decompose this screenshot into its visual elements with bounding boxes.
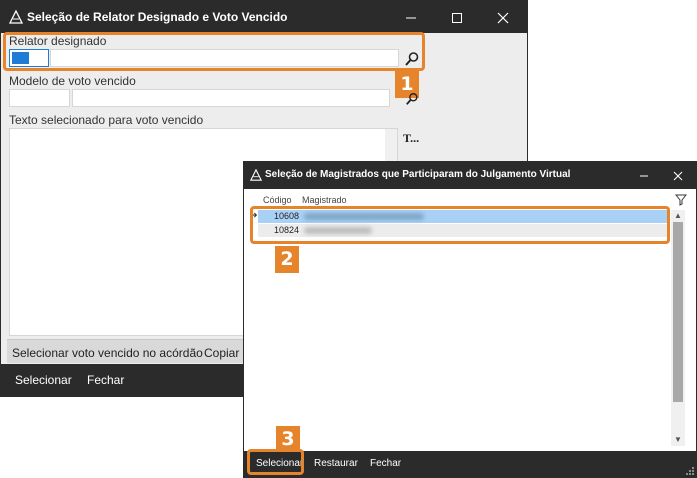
badge-2: 2 [275, 246, 299, 273]
window2-footer: Selecionar Restaurar Fechar [244, 451, 696, 478]
scroll-down-icon[interactable]: ▼ [671, 434, 685, 446]
app-logo-icon [9, 10, 23, 24]
column-header-magistrado[interactable]: Magistrado [302, 195, 347, 205]
highlight-relator-box [3, 32, 425, 71]
resize-grip-icon[interactable] [685, 466, 695, 476]
maximize-button[interactable] [434, 1, 480, 33]
close-icon [497, 12, 509, 24]
modelo-name-input[interactable] [72, 89, 390, 107]
highlight-select-box [247, 449, 304, 475]
scroll-up-icon[interactable]: ▲ [671, 210, 685, 222]
close-button[interactable] [662, 162, 694, 189]
select-voto-button[interactable]: Selecionar voto vencido no acórdão [12, 346, 203, 360]
magistrados-window-titlebar[interactable]: Seleção de Magistrados que Participaram … [244, 162, 696, 189]
magistrados-window: Seleção de Magistrados que Participaram … [243, 161, 697, 478]
relator-window-titlebar[interactable]: Seleção de Relator Designado e Voto Venc… [1, 1, 527, 33]
maximize-icon [452, 13, 462, 24]
minimize-button[interactable] [628, 162, 660, 189]
copy-button[interactable]: Copiar i [204, 346, 245, 360]
window1-button-bar: Selecionar voto vencido no acórdão Copia… [7, 339, 247, 363]
minimize-icon [640, 175, 648, 177]
minimize-button[interactable] [388, 1, 434, 33]
modelo-label: Modelo de voto vencido [9, 74, 136, 88]
app-logo-icon [250, 169, 262, 181]
text-format-button[interactable]: T... [403, 131, 419, 146]
badge-3: 3 [276, 426, 300, 452]
select-button[interactable]: Selecionar [15, 373, 72, 387]
magistrados-window-title: Seleção de Magistrados que Participaram … [265, 169, 571, 180]
modelo-code-input[interactable] [9, 89, 70, 107]
column-header-codigo[interactable]: Código [263, 195, 292, 205]
restore-button[interactable]: Restaurar [314, 458, 358, 469]
close-button[interactable] [480, 1, 526, 33]
minimize-icon [406, 17, 416, 19]
scroll-thumb[interactable] [673, 222, 683, 402]
texto-label: Texto selecionado para voto vencido [9, 113, 204, 127]
close-icon [673, 171, 683, 181]
close-window-button[interactable]: Fechar [370, 458, 401, 469]
filter-icon[interactable] [675, 194, 687, 206]
search-icon[interactable] [405, 92, 419, 106]
relator-window-title: Seleção de Relator Designado e Voto Venc… [27, 10, 288, 24]
highlight-rows-box [250, 206, 670, 244]
close-window-button[interactable]: Fechar [87, 373, 124, 387]
vertical-scrollbar[interactable]: ▲ ▼ [671, 210, 685, 446]
